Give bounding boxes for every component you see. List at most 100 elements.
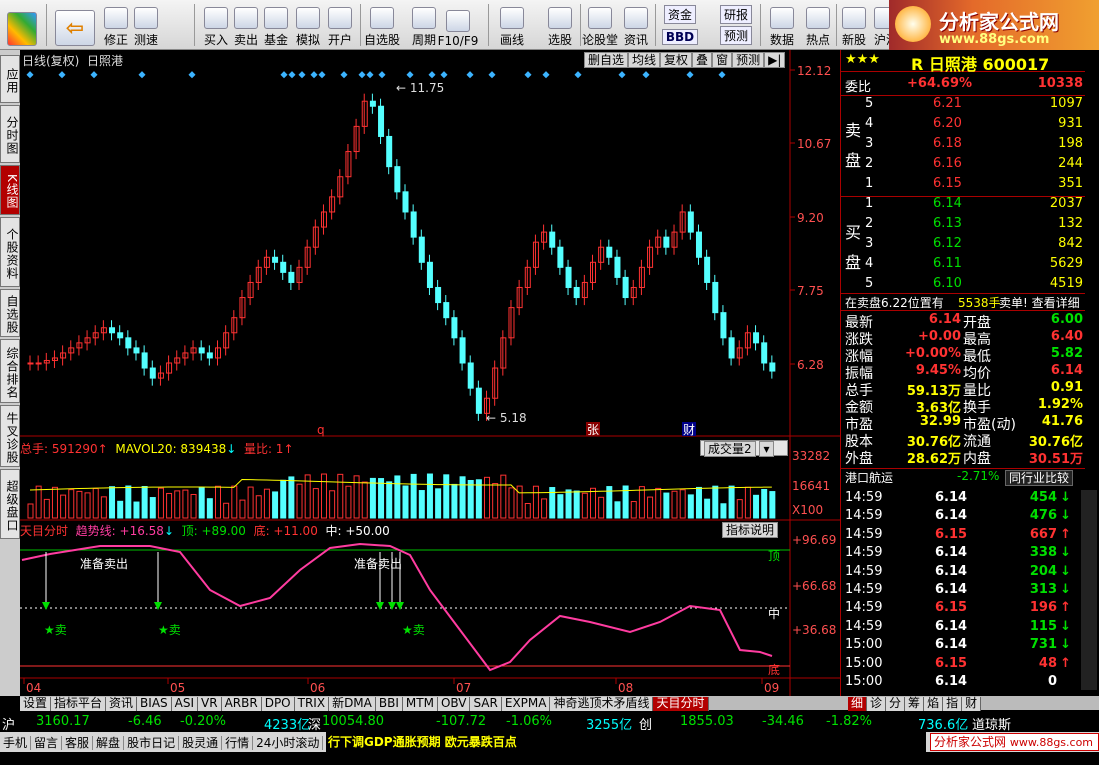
left-tab-3[interactable]: 个股资料 xyxy=(0,217,20,287)
indicator-tab-12[interactable]: OBV xyxy=(437,697,471,711)
toolbar-fire-button[interactable]: 热点 xyxy=(800,2,836,48)
news-ticker[interactable]: 行下调GDP通胀预期 欧元暴跌百点 xyxy=(326,732,926,752)
left-tab-0[interactable]: 应用 xyxy=(0,55,20,103)
toolbar-screen-button[interactable]: 选股 xyxy=(542,2,578,48)
clock-icon xyxy=(412,7,436,29)
toolbar-refresh-button[interactable]: 测速 xyxy=(128,2,164,48)
level: 3 xyxy=(865,136,874,151)
indicator-tab-4[interactable]: ASI xyxy=(171,697,199,711)
right-tab-6[interactable]: 财 xyxy=(962,697,982,711)
chevron-down-icon: ▾ xyxy=(759,441,774,457)
status-item-5[interactable]: 股灵通 xyxy=(179,736,223,750)
bbd-button[interactable]: BBD xyxy=(661,29,699,45)
industry-name[interactable]: 港口航运 xyxy=(845,469,893,486)
toolbar-new-button[interactable]: 新股 xyxy=(836,2,872,48)
yanbao-button[interactable]: 研报 xyxy=(719,5,752,24)
pen-icon xyxy=(500,7,524,29)
indicator-tab-10[interactable]: BBI xyxy=(375,697,403,711)
toolbar-lun-button[interactable]: 论股堂 xyxy=(582,2,618,48)
toolbar-info-button[interactable]: 资讯 xyxy=(618,2,654,48)
toolbar-pen-button[interactable]: 画线 xyxy=(494,2,530,48)
right-tab-4[interactable]: 焰 xyxy=(924,697,944,711)
indicator-tab-14[interactable]: EXPMA xyxy=(501,697,551,711)
candle xyxy=(378,105,385,137)
indicator-tab-2[interactable]: 资讯 xyxy=(106,697,138,711)
industry-compare-button[interactable]: 同行业比较 xyxy=(1005,470,1074,486)
chart-btn-1[interactable]: 均线 xyxy=(628,52,661,68)
arrow-down-icon: ↓ xyxy=(1060,618,1071,634)
volume-bar xyxy=(630,501,637,519)
notice-detail-link[interactable]: 卖单! 查看详细 xyxy=(999,294,1080,311)
date-axis-label: 08 xyxy=(618,681,633,695)
left-tab-1[interactable]: 分时图 xyxy=(0,105,20,163)
indicator-tab-11[interactable]: MTM xyxy=(402,697,438,711)
left-tab-7[interactable]: 超级盘口 xyxy=(0,469,20,539)
indicator-tab-15[interactable]: 神奇逃顶术矛盾线 xyxy=(550,697,654,711)
volume-bar xyxy=(728,485,735,519)
level: 5 xyxy=(865,96,874,111)
right-tab-0[interactable]: 细 xyxy=(848,697,868,711)
flower-logo-icon xyxy=(895,6,931,42)
indicator-tab-9[interactable]: 新DMA xyxy=(329,697,376,711)
indicator-tab-0[interactable]: 设置 xyxy=(20,697,52,711)
toolbar-clock-button[interactable]: 周期 xyxy=(406,2,442,48)
indicator-name[interactable]: 天目分时 xyxy=(20,524,68,538)
status-item-4[interactable]: 股市日记 xyxy=(124,736,180,750)
back-arrow-icon[interactable]: ⇦ xyxy=(52,2,98,48)
status-item-7[interactable]: 24小时滚动 xyxy=(253,736,324,750)
arrow-down-icon: ↓ xyxy=(1060,508,1071,524)
toolbar-hammer-button[interactable]: 模拟 xyxy=(290,2,326,48)
tick-price: 6.14 xyxy=(935,563,968,579)
toolbar-lock-button[interactable]: 开户 xyxy=(322,2,358,48)
indicator-explain-label: 指标说明 xyxy=(722,522,779,538)
status-item-3[interactable]: 解盘 xyxy=(93,736,125,750)
chart-btn-0[interactable]: 删自选 xyxy=(584,52,629,68)
chart-btn-4[interactable]: 窗 xyxy=(712,52,733,68)
indicator-tab-16[interactable]: 天目分时 xyxy=(653,697,709,711)
volume-bar xyxy=(541,498,548,519)
indicator-tab-5[interactable]: VR xyxy=(198,697,222,711)
chart-more-button[interactable]: ▶| xyxy=(764,52,786,68)
right-tab-2[interactable]: 分 xyxy=(886,697,906,711)
indicator-explain-button[interactable]: 指标说明 xyxy=(722,522,779,538)
chart-btn-3[interactable]: 叠 xyxy=(692,52,713,68)
indicator-tab-13[interactable]: SAR xyxy=(470,697,502,711)
logo-url: www.88gs.com xyxy=(939,32,1050,47)
new-icon xyxy=(842,7,866,29)
toolbar-fund-button[interactable]: 基金 xyxy=(258,2,294,48)
toolbar-star-button[interactable]: 自选股 xyxy=(364,2,400,48)
right-tab-5[interactable]: 指 xyxy=(943,697,963,711)
marker-cai: 财 xyxy=(683,423,695,437)
zijin-button[interactable]: 资金 xyxy=(663,5,696,24)
status-item-0[interactable]: 手机 xyxy=(0,736,32,750)
hammer-icon xyxy=(296,7,320,29)
left-tab-2[interactable]: K线图 xyxy=(0,165,20,215)
indicator-tab-8[interactable]: TRIX xyxy=(294,697,330,711)
right-tab-1[interactable]: 诊 xyxy=(867,697,887,711)
signal-diamond-icon xyxy=(718,71,726,79)
stat-value: 6.14 xyxy=(1050,363,1083,378)
ask-row: 4 6.20 931 xyxy=(841,116,1085,136)
toolbar-f10-button[interactable]: F10/F9 xyxy=(438,2,478,48)
chart-btn-5[interactable]: 预测 xyxy=(732,52,765,68)
status-item-2[interactable]: 客服 xyxy=(62,736,94,750)
status-item-6[interactable]: 行情 xyxy=(222,736,254,750)
right-tab-3[interactable]: 筹 xyxy=(905,697,925,711)
volume-select[interactable]: 成交量2 ▾ xyxy=(700,440,788,457)
chart-btn-2[interactable]: 复权 xyxy=(660,52,693,68)
volume-bar xyxy=(663,492,670,519)
indicator-tab-3[interactable]: BIAS xyxy=(137,697,172,711)
cy-change: -34.46 xyxy=(762,714,804,729)
indicator-tab-7[interactable]: DPO xyxy=(261,697,295,711)
indicator-tab-1[interactable]: 指标平台 xyxy=(51,697,107,711)
toolbar-pe-button[interactable]: 数据 xyxy=(764,2,800,48)
left-tab-6[interactable]: 牛叉诊股 xyxy=(0,405,20,467)
status-item-1[interactable]: 留言 xyxy=(31,736,63,750)
left-tab-5[interactable]: 综合排名 xyxy=(0,339,20,403)
app-grid-icon[interactable] xyxy=(4,2,40,48)
left-tab-4[interactable]: 自选股 xyxy=(0,289,20,337)
kline-chart[interactable]: 12.12 10.67 9.20 7.75 6.28 ← 11.75 ← 5.18 q 张 财 33… xyxy=(20,50,840,696)
yuce-button[interactable]: 预测 xyxy=(719,26,752,45)
indicator-tab-6[interactable]: ARBR xyxy=(221,697,262,711)
sh-percent: -0.20% xyxy=(180,714,226,729)
